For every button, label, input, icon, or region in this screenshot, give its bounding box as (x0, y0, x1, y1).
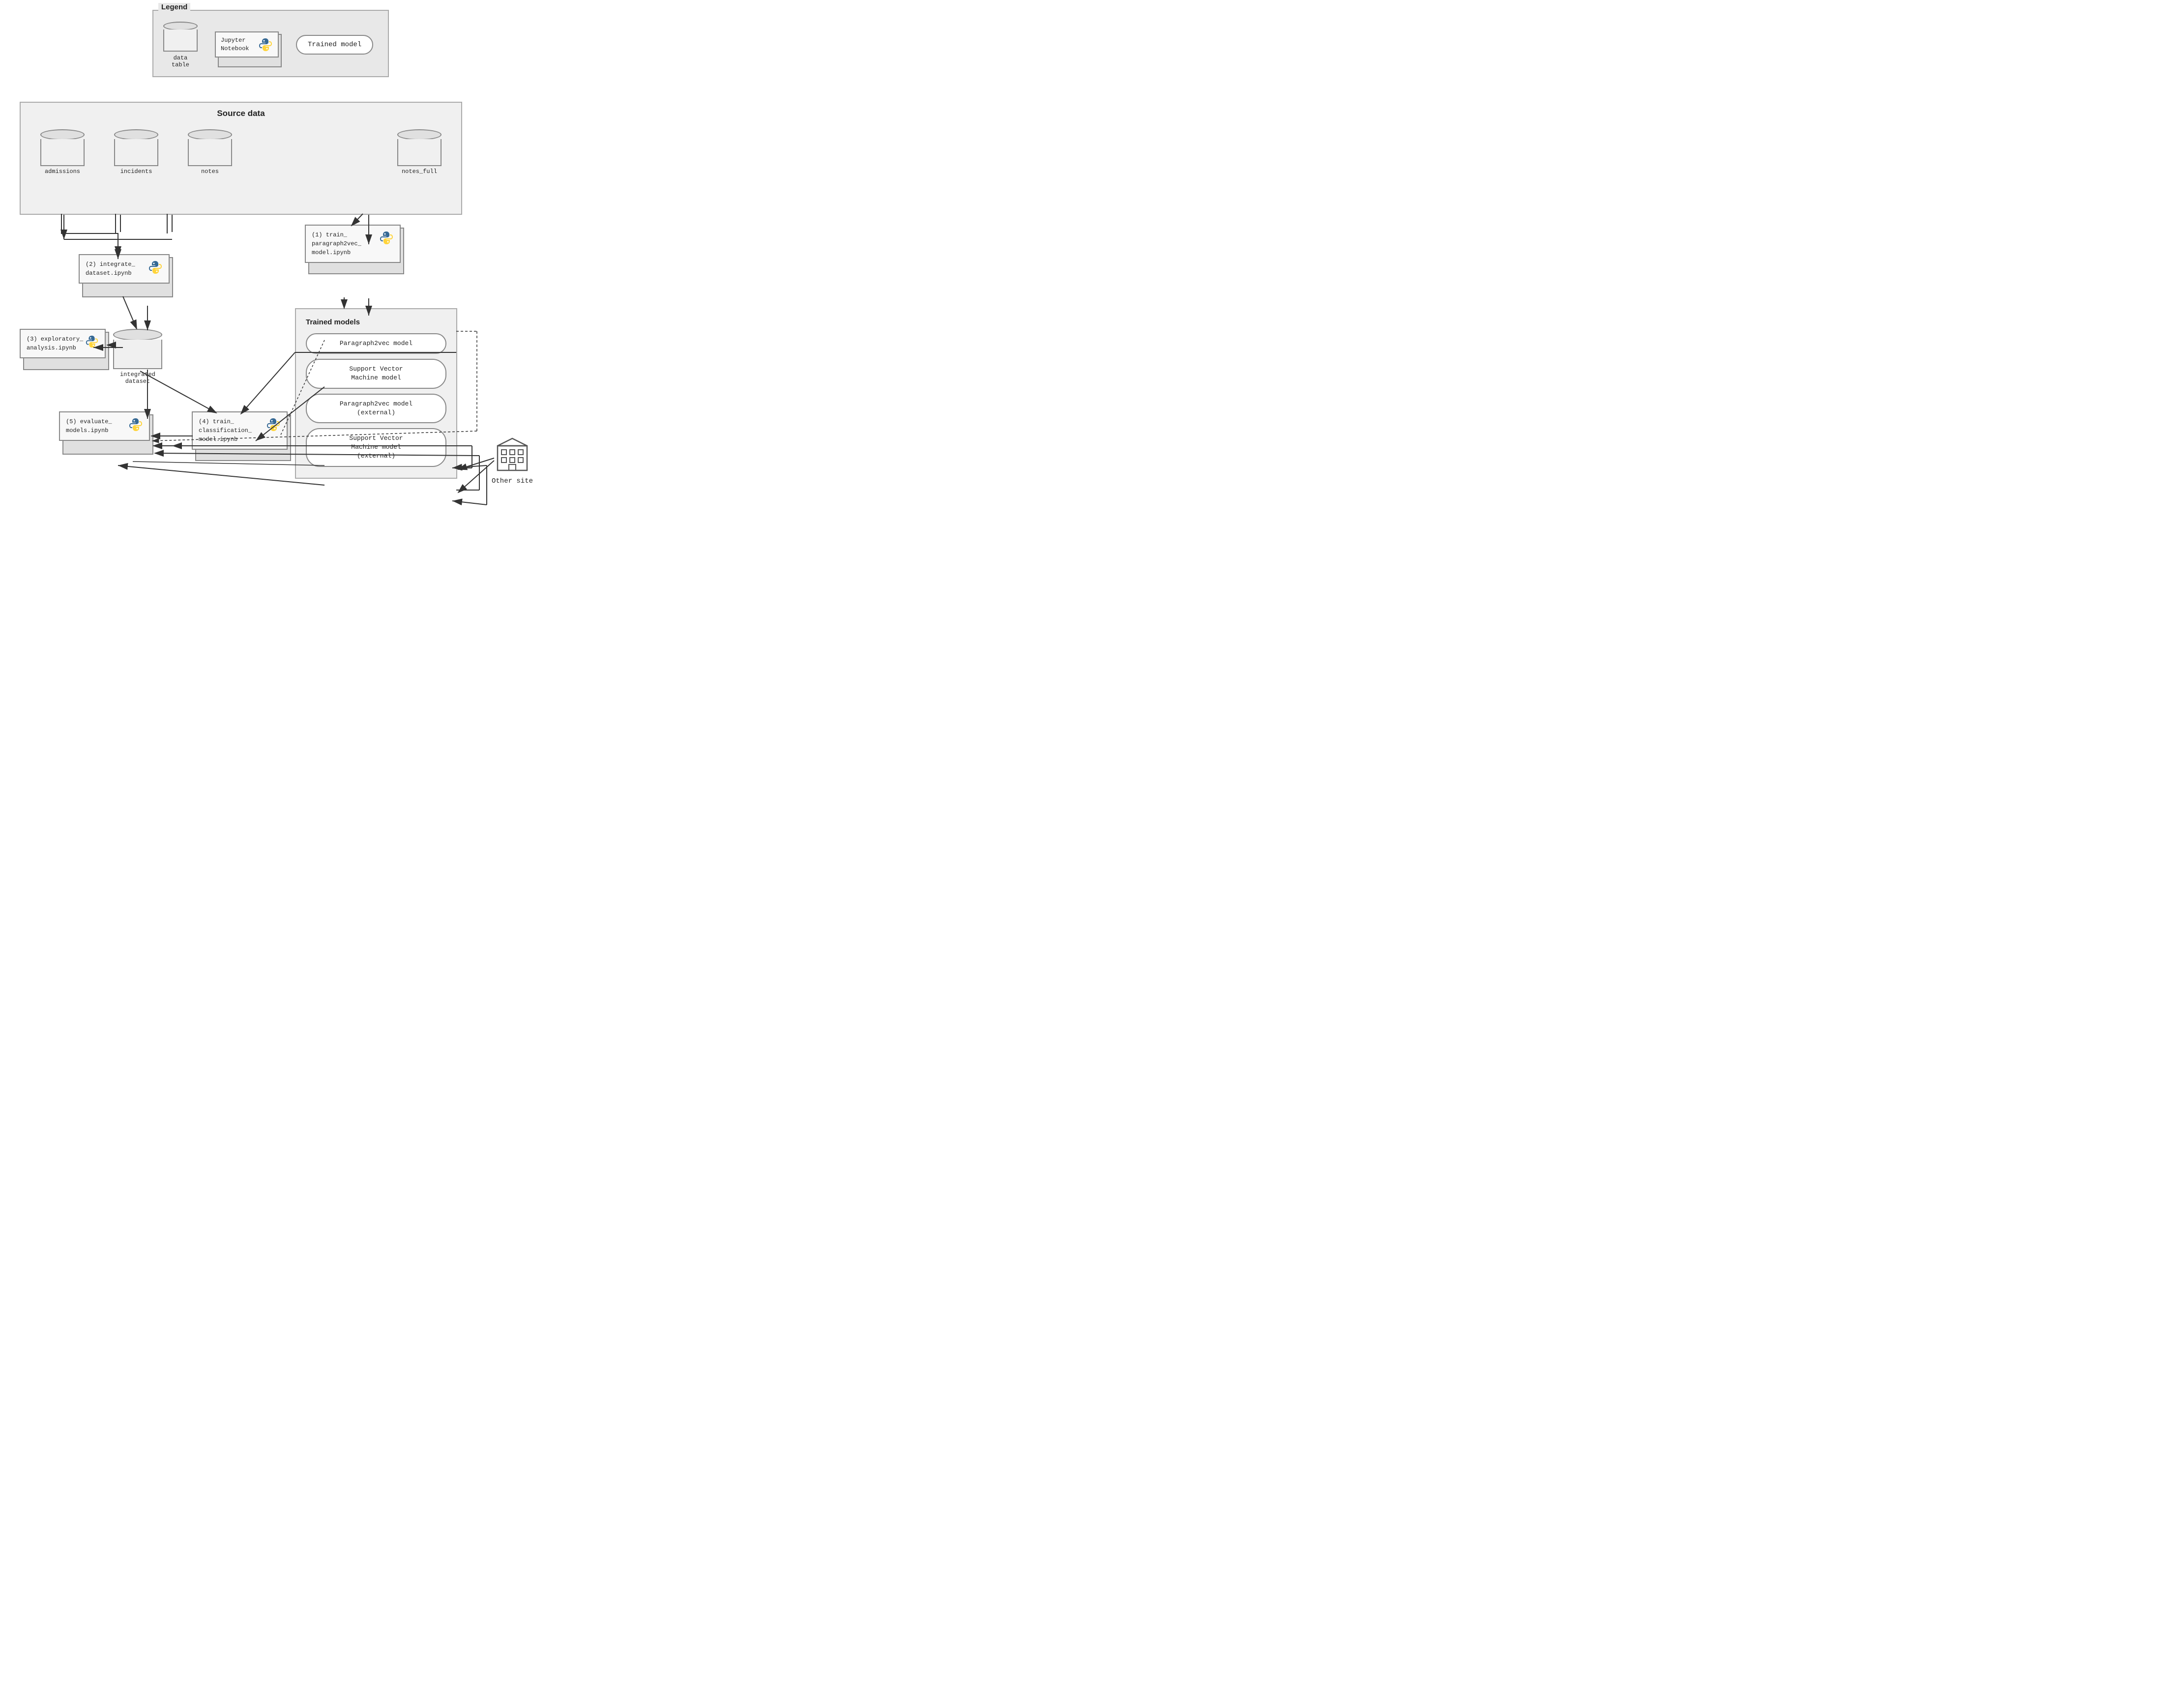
admissions-label: admissions (45, 168, 80, 175)
python-icon (258, 37, 273, 52)
notebook-3[interactable]: (3) exploratory_analysis.ipynb (20, 329, 106, 358)
source-data-title: Source data (21, 109, 461, 118)
notebook-2-wrapper: (2) integrate_dataset.ipynb (79, 254, 170, 284)
notebook-3-wrapper: (3) exploratory_analysis.ipynb (20, 329, 106, 358)
legend-datatable-label: datatable (172, 55, 189, 68)
notebook-4-label: (4) train_classification_model.ipynb (199, 417, 252, 444)
table-notes: notes (188, 128, 232, 175)
model-paragraph2vec-external: Paragraph2vec model(external) (306, 394, 446, 423)
notebook-1-wrapper: (1) train_paragraph2vec_model.ipynb (305, 225, 401, 263)
model-svm-external: Support VectorMachine model(external) (306, 428, 446, 467)
python-icon-2 (148, 260, 163, 275)
notebook-5-wrapper: (5) evaluate_models.ipynb (59, 411, 150, 441)
incidents-label: incidents (120, 168, 152, 175)
legend-notebook: JupyterNotebook (215, 31, 279, 58)
table-notes-full: notes_full (397, 128, 441, 175)
integrated-dataset-label: integrateddataset (120, 371, 155, 385)
table-admissions: admissions (40, 128, 85, 175)
trained-models-box: Trained models Paragraph2vec model Suppo… (295, 308, 457, 479)
other-site: Other site (492, 436, 533, 485)
python-icon-3 (85, 335, 99, 348)
legend-datatable: datatable (163, 21, 198, 68)
notebook-1[interactable]: (1) train_paragraph2vec_model.ipynb (305, 225, 401, 263)
integrated-dataset: integrateddataset (113, 328, 162, 385)
notebook-4[interactable]: (4) train_classification_model.ipynb (192, 411, 288, 450)
python-icon-1 (379, 231, 394, 245)
notebook-2[interactable]: (2) integrate_dataset.ipynb (79, 254, 170, 284)
notebook-5-label: (5) evaluate_models.ipynb (66, 417, 112, 435)
notes-full-label: notes_full (402, 168, 437, 175)
notebook-4-wrapper: (4) train_classification_model.ipynb (192, 411, 288, 450)
python-icon-4 (266, 417, 281, 432)
source-data-box: Source data admissions incidents notes (20, 102, 462, 215)
building-icon (493, 436, 532, 475)
trained-models-title: Trained models (306, 318, 446, 326)
notes-label: notes (201, 168, 219, 175)
legend-trained-model: Trained model (296, 35, 373, 55)
notebook-5[interactable]: (5) evaluate_models.ipynb (59, 411, 150, 441)
main-diagram: Source data admissions incidents notes (10, 102, 575, 544)
legend-notebook-label: JupyterNotebook (221, 36, 249, 53)
table-incidents: incidents (114, 128, 158, 175)
notebook-2-label: (2) integrate_dataset.ipynb (86, 260, 135, 278)
model-paragraph2vec: Paragraph2vec model (306, 333, 446, 354)
legend-title: Legend (158, 3, 190, 11)
notebook-3-label: (3) exploratory_analysis.ipynb (27, 335, 83, 352)
notebook-1-label: (1) train_paragraph2vec_model.ipynb (312, 231, 361, 257)
other-site-label: Other site (492, 477, 533, 485)
python-icon-5 (128, 417, 143, 432)
model-svm: Support VectorMachine model (306, 359, 446, 388)
